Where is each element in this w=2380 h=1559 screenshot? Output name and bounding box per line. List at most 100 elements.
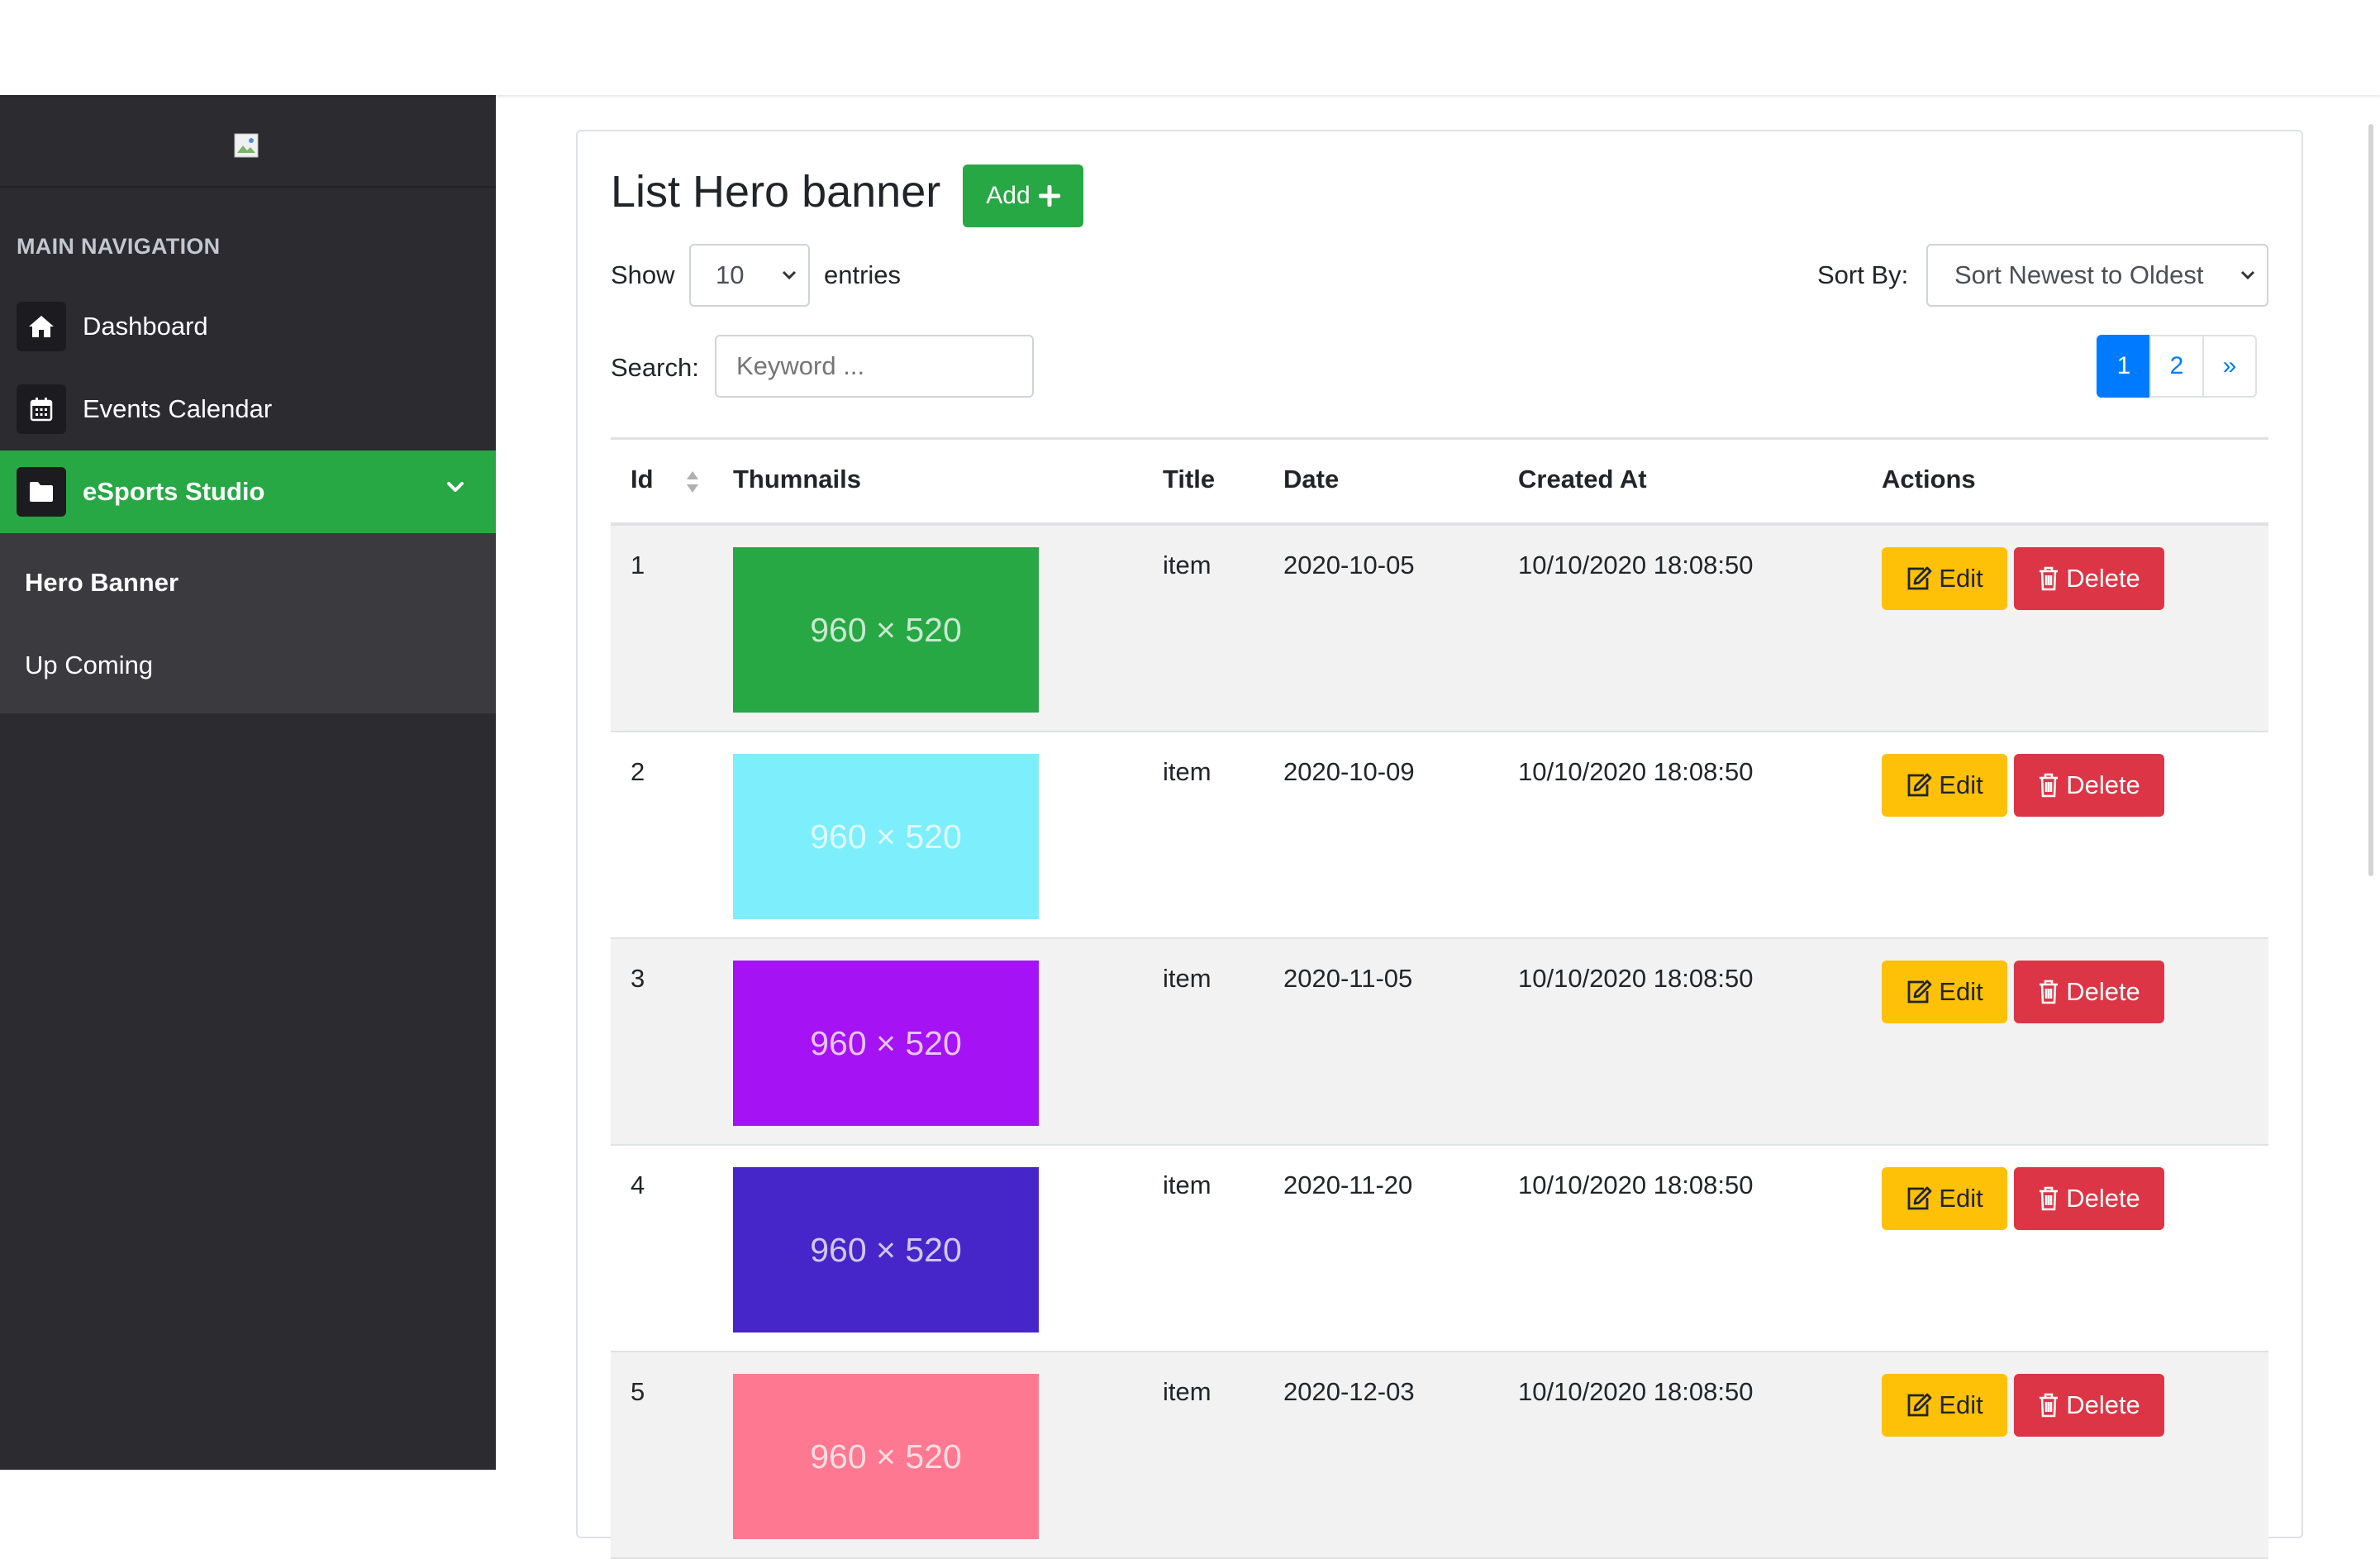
delete-button[interactable]: Delete <box>2014 547 2164 610</box>
row-title: item <box>1163 551 1211 579</box>
column-header-id[interactable]: Id <box>631 465 654 494</box>
broken-logo-image-icon[interactable] <box>234 133 259 158</box>
row-id: 1 <box>631 551 645 579</box>
show-label: Show <box>611 260 675 289</box>
delete-button[interactable]: Delete <box>2014 1374 2164 1437</box>
sidebar-subitem-hero-banner[interactable]: Hero Banner <box>25 568 178 598</box>
trash-icon <box>2040 1393 2059 1418</box>
row-id: 5 <box>631 1377 645 1406</box>
row-created-at: 10/10/2020 18:08:50 <box>1518 1377 1754 1406</box>
entries-select-value: 10 <box>716 260 745 289</box>
sort-select-value: Sort Newest to Oldest <box>1954 260 2204 289</box>
folder-icon <box>17 467 66 517</box>
edit-button-label: Edit <box>1939 1184 1983 1213</box>
esports-studio-submenu: Hero Banner Up Coming <box>0 533 496 713</box>
calendar-icon <box>17 384 66 434</box>
thumbnail-image: 960 × 520 <box>733 1167 1039 1333</box>
table-row: 4 960 × 520 item 2020-11-20 10/10/2020 1… <box>611 1146 2268 1352</box>
top-header-bar <box>0 0 2380 95</box>
table-row: 5 960 × 520 item 2020-12-03 10/10/2020 1… <box>611 1352 2268 1559</box>
plus-icon <box>1038 185 1060 207</box>
row-date: 2020-10-09 <box>1283 757 1415 786</box>
delete-button-label: Delete <box>2066 564 2140 593</box>
entries-select[interactable]: 10 <box>689 244 810 307</box>
sidebar-item-dashboard[interactable]: Dashboard <box>0 285 496 368</box>
column-header-date: Date <box>1283 465 1340 493</box>
edit-icon <box>1907 773 1932 797</box>
search-input[interactable] <box>715 335 1034 398</box>
sidebar-item-events-calendar[interactable]: Events Calendar <box>0 368 496 451</box>
table-row: 2 960 × 520 item 2020-10-09 10/10/2020 1… <box>611 732 2268 939</box>
row-id: 3 <box>631 964 645 993</box>
edit-button-label: Edit <box>1939 1390 1983 1419</box>
edit-button[interactable]: Edit <box>1882 1167 2007 1230</box>
column-header-actions: Actions <box>1882 465 1976 493</box>
thumbnail-image: 960 × 520 <box>733 961 1039 1126</box>
pagination: 1 2 » <box>2097 335 2257 398</box>
column-header-title: Title <box>1163 465 1216 493</box>
main-content: List Hero banner Add Show 10 entries Sor… <box>496 95 2380 1559</box>
delete-button[interactable]: Delete <box>2014 754 2164 817</box>
sort-icon[interactable] <box>685 470 700 494</box>
table-row: 1 960 × 520 item 2020-10-05 10/10/2020 1… <box>611 526 2268 732</box>
page-scrollbar[interactable] <box>2368 124 2373 876</box>
edit-button[interactable]: Edit <box>1882 1374 2007 1437</box>
delete-button-label: Delete <box>2066 1184 2140 1213</box>
row-title: item <box>1163 1170 1211 1199</box>
sidebar-subitem-up-coming[interactable]: Up Coming <box>25 651 153 680</box>
sidebar-item-label: Events Calendar <box>83 394 273 423</box>
edit-button[interactable]: Edit <box>1882 754 2007 817</box>
edit-button-label: Edit <box>1939 770 1983 799</box>
edit-icon <box>1907 1393 1932 1417</box>
row-date: 2020-11-05 <box>1283 964 1413 993</box>
row-created-at: 10/10/2020 18:08:50 <box>1518 757 1754 786</box>
delete-button-label: Delete <box>2066 770 2140 799</box>
nav-heading: MAIN NAVIGATION <box>17 234 221 259</box>
column-header-created-at: Created At <box>1518 465 1647 493</box>
row-created-at: 10/10/2020 18:08:50 <box>1518 551 1754 579</box>
delete-button-label: Delete <box>2066 1390 2140 1419</box>
edit-button-label: Edit <box>1939 564 1983 593</box>
next-page-button[interactable]: » <box>2202 335 2257 398</box>
add-button-label: Add <box>986 182 1031 209</box>
add-button[interactable]: Add <box>963 164 1083 227</box>
sort-by-label: Sort By: <box>1817 260 1909 289</box>
page-title: List Hero banner <box>611 167 941 217</box>
thumbnail-image: 960 × 520 <box>733 754 1039 919</box>
chevron-down-icon <box>2240 270 2255 280</box>
entries-label: entries <box>824 260 902 289</box>
sidebar: MAIN NAVIGATION Dashboard Events Calenda… <box>0 95 496 1470</box>
edit-icon <box>1907 980 1932 1004</box>
home-icon <box>17 302 66 351</box>
trash-icon <box>2040 566 2059 591</box>
row-title: item <box>1163 964 1211 993</box>
search-label: Search: <box>611 353 699 382</box>
delete-button[interactable]: Delete <box>2014 961 2164 1023</box>
page-2-button[interactable]: 2 <box>2149 335 2204 398</box>
thumbnail-image: 960 × 520 <box>733 547 1039 713</box>
sidebar-item-label: Dashboard <box>83 312 208 341</box>
row-created-at: 10/10/2020 18:08:50 <box>1518 964 1754 993</box>
trash-icon <box>2040 1186 2059 1211</box>
sidebar-item-label: eSports Studio <box>83 477 265 506</box>
edit-button[interactable]: Edit <box>1882 961 2007 1023</box>
column-header-thumbnails: Thumnails <box>733 465 862 493</box>
sidebar-item-esports-studio[interactable]: eSports Studio <box>0 451 496 533</box>
row-title: item <box>1163 1377 1211 1406</box>
edit-button-label: Edit <box>1939 977 1983 1006</box>
delete-button[interactable]: Delete <box>2014 1167 2164 1230</box>
trash-icon <box>2040 980 2059 1004</box>
thumbnail-image: 960 × 520 <box>733 1374 1039 1539</box>
page-1-button[interactable]: 1 <box>2097 335 2151 398</box>
hero-banner-table: Id Thumnails Title Date Created At Actio… <box>611 437 2268 1559</box>
delete-button-label: Delete <box>2066 977 2140 1006</box>
edit-button[interactable]: Edit <box>1882 547 2007 610</box>
row-date: 2020-12-03 <box>1283 1377 1415 1406</box>
row-id: 4 <box>631 1170 645 1199</box>
logo-area <box>0 95 496 188</box>
content-card: List Hero banner Add Show 10 entries Sor… <box>576 130 2303 1559</box>
chevron-down-icon <box>447 482 464 492</box>
sort-select[interactable]: Sort Newest to Oldest <box>1926 244 2268 307</box>
trash-icon <box>2040 773 2059 798</box>
row-date: 2020-11-20 <box>1283 1170 1413 1199</box>
